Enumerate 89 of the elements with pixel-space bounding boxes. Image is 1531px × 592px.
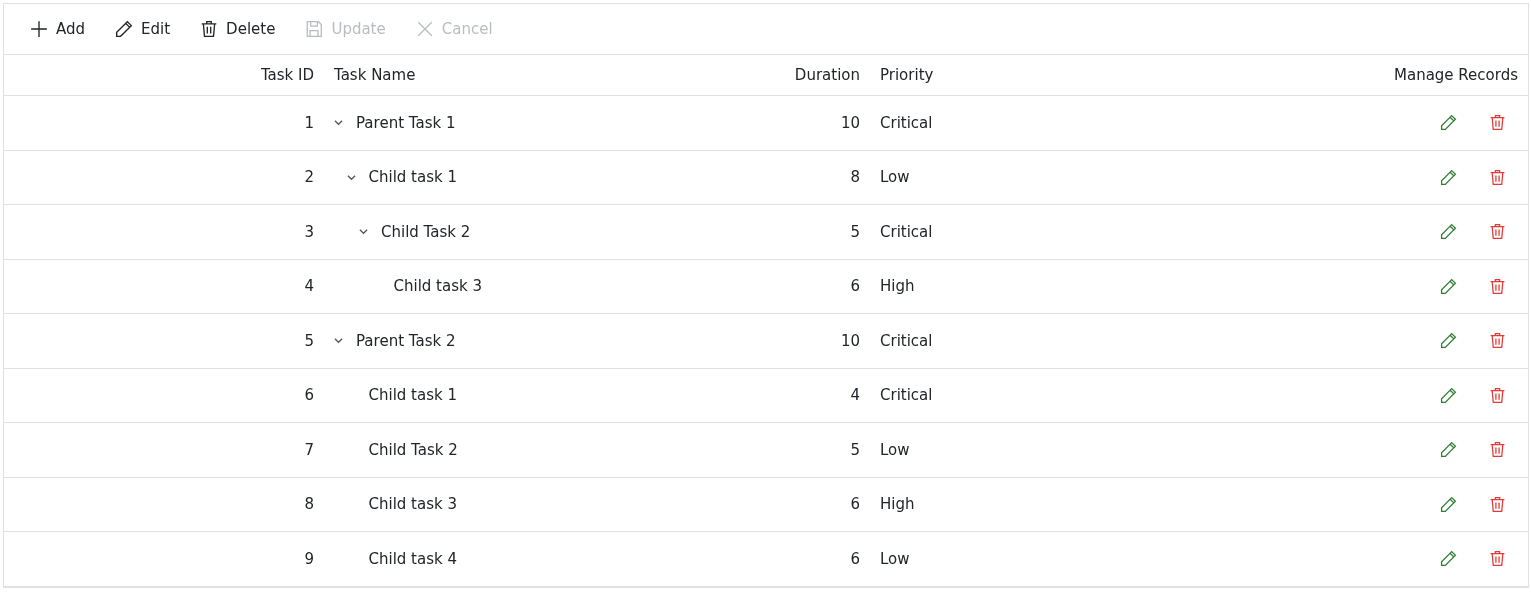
edit-button[interactable] (1440, 332, 1457, 350)
table-cell: Low (870, 423, 1268, 478)
pencil-icon (1440, 277, 1457, 295)
table-cell: 4 (724, 368, 870, 423)
pencil-icon (1440, 168, 1457, 186)
table-cell: 8 (724, 150, 870, 205)
pencil-icon (1440, 550, 1457, 568)
trash-icon (1489, 114, 1506, 132)
table-cell: Low (870, 532, 1268, 587)
pencil-icon (1440, 386, 1457, 404)
task-name: Parent Task 2 (356, 331, 456, 350)
table-cell: 8 (4, 477, 324, 532)
edit-button[interactable] (1440, 277, 1457, 295)
table-cell: 5 (724, 205, 870, 260)
pencil-icon (1440, 332, 1457, 350)
column-header[interactable]: Task Name (324, 55, 724, 96)
delete-button[interactable] (1489, 386, 1506, 404)
table-cell: Critical (870, 314, 1268, 369)
pencil-icon (115, 20, 134, 38)
edit-button[interactable] (1440, 550, 1457, 568)
trash-icon (1489, 386, 1506, 404)
edit-button[interactable] (1440, 114, 1457, 132)
chevron-down-icon[interactable] (334, 118, 343, 128)
table-cell: Critical (870, 96, 1268, 151)
table-cell: 9 (4, 532, 324, 587)
delete-button[interactable]: Delete (192, 16, 284, 42)
column-header[interactable]: Duration (724, 55, 870, 96)
trash-icon (200, 20, 219, 38)
chevron-down-icon[interactable] (346, 172, 356, 182)
table-cell: 6 (724, 259, 870, 314)
table-cell: 7 (4, 423, 324, 478)
edit-button[interactable] (1440, 495, 1457, 513)
column-header[interactable]: Task ID (4, 55, 324, 96)
table-cell: 5 (4, 314, 324, 369)
trash-icon (1489, 441, 1506, 459)
task-name: Parent Task 1 (356, 113, 456, 132)
edit-button[interactable] (1440, 168, 1457, 186)
delete-button[interactable] (1489, 223, 1506, 241)
pencil-icon (1440, 114, 1457, 132)
pencil-icon (1440, 495, 1457, 513)
pencil-icon (1440, 441, 1457, 459)
task-name: Child task 3 (393, 277, 482, 296)
trash-icon (1489, 277, 1506, 295)
task-name: Child task 1 (368, 386, 457, 405)
edit-button[interactable]: Edit (107, 16, 179, 42)
delete-button[interactable] (1489, 550, 1506, 568)
table-cell: 10 (724, 314, 870, 369)
table-cell: Critical (870, 205, 1268, 260)
table-cell: 6 (724, 532, 870, 587)
table-cell: Critical (870, 368, 1268, 423)
trash-icon (1489, 550, 1506, 568)
trash-icon (1489, 495, 1506, 513)
task-name: Child task 1 (368, 168, 457, 187)
plus-icon (30, 20, 48, 38)
delete-button[interactable] (1489, 332, 1506, 350)
table-cell: 6 (4, 368, 324, 423)
trash-icon (1489, 223, 1506, 241)
task-name: Child task 4 (368, 549, 457, 568)
table-cell: 5 (724, 423, 870, 478)
trash-icon (1489, 168, 1506, 186)
table-cell: 6 (724, 477, 870, 532)
task-name: Child Task 2 (381, 222, 471, 241)
column-header[interactable]: Priority (870, 55, 1268, 96)
table-cell: 3 (4, 205, 324, 260)
task-name: Child task 3 (368, 495, 457, 514)
chevron-down-icon[interactable] (359, 227, 368, 237)
delete-button[interactable] (1489, 495, 1506, 513)
delete-button[interactable] (1489, 168, 1506, 186)
table-cell: Low (870, 150, 1268, 205)
delete-button[interactable] (1489, 441, 1506, 459)
table-cell: High (870, 259, 1268, 314)
table-cell: 4 (4, 259, 324, 314)
edit-button[interactable] (1440, 223, 1457, 241)
close-icon (415, 20, 434, 38)
chevron-down-icon[interactable] (334, 336, 343, 346)
table-cell: High (870, 477, 1268, 532)
add-button[interactable]: Add (22, 16, 94, 42)
delete-button[interactable] (1489, 277, 1506, 295)
table-cell: 10 (724, 96, 870, 151)
table-cell: 1 (4, 96, 324, 151)
task-name: Child Task 2 (368, 440, 458, 459)
table-cell: 2 (4, 150, 324, 205)
save-icon (305, 20, 324, 38)
edit-button[interactable] (1440, 441, 1457, 459)
pencil-icon (1440, 223, 1457, 241)
delete-button[interactable] (1489, 114, 1506, 132)
edit-button[interactable] (1440, 386, 1457, 404)
column-header[interactable]: Manage Records (1268, 55, 1528, 96)
trash-icon (1489, 332, 1506, 350)
